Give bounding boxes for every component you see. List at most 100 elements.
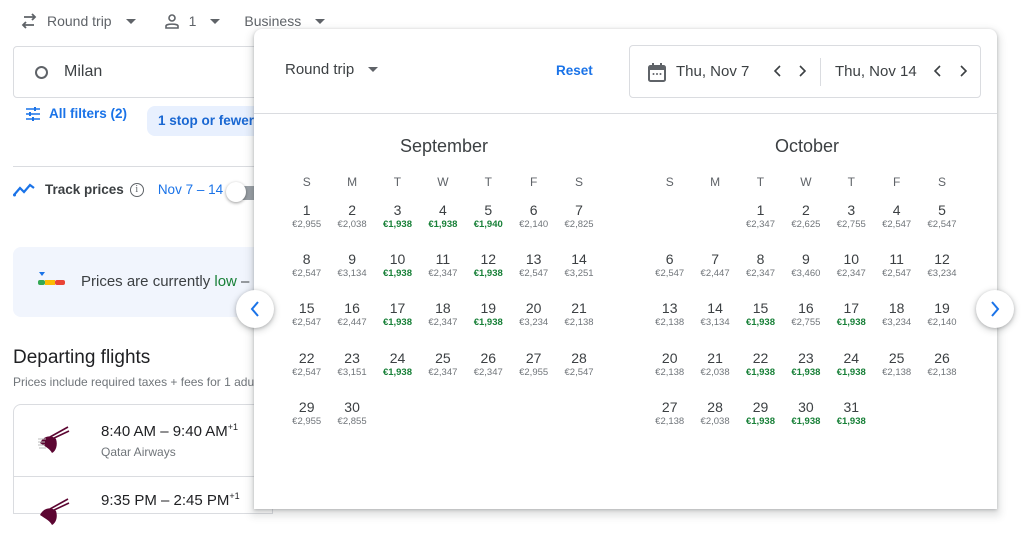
return-prev-day-button[interactable]: [926, 60, 948, 82]
calendar-day[interactable]: 20 €2,138: [647, 350, 692, 399]
calendar-day[interactable]: 22 €2,547: [284, 350, 329, 399]
day-price-low: €1,938: [382, 219, 412, 230]
calendar-day[interactable]: 12 €3,234: [919, 251, 964, 300]
calendar-day[interactable]: 30 €1,938: [783, 399, 828, 448]
calendar-day[interactable]: 26 €2,138: [919, 350, 964, 399]
calendar-day[interactable]: 13 €2,547: [511, 251, 556, 300]
calendar-day[interactable]: 18 €3,234: [874, 300, 919, 349]
picker-trip-type-select[interactable]: Round trip: [285, 61, 379, 78]
trip-type-select[interactable]: Round trip: [20, 13, 136, 29]
calendar-day[interactable]: 25 €2,347: [420, 350, 465, 399]
calendar-day[interactable]: 8 €2,347: [738, 251, 783, 300]
calendar-day[interactable]: 27 €2,955: [511, 350, 556, 399]
calendar-day[interactable]: 9 €3,460: [783, 251, 828, 300]
calendar-day[interactable]: 14 €3,251: [556, 251, 601, 300]
calendar-day[interactable]: 28 €2,547: [556, 350, 601, 399]
cabin-class-label: Business: [244, 13, 302, 29]
day-price: €2,138: [564, 317, 594, 329]
calendar-day[interactable]: 23 €1,938: [783, 350, 828, 399]
day-price: €2,140: [519, 219, 549, 230]
calendar-day[interactable]: 25 €2,138: [874, 350, 919, 399]
calendar-day[interactable]: 27 €2,138: [647, 399, 692, 448]
calendar-day[interactable]: 19 €1,938: [466, 300, 511, 349]
next-month-button[interactable]: [976, 290, 1014, 328]
departure-next-day-button[interactable]: [792, 60, 814, 82]
calendar-day[interactable]: 17 €1,938: [375, 300, 420, 349]
day-number: 14: [707, 300, 723, 317]
flight-row[interactable]: 9:35 PM – 2:45 PM+1: [14, 477, 272, 547]
calendar-day[interactable]: 9 €3,134: [329, 251, 374, 300]
day-price: €2,347: [428, 268, 458, 280]
calendar-day[interactable]: 22 €1,938: [738, 350, 783, 399]
info-icon[interactable]: i: [129, 182, 144, 197]
tune-icon: [26, 106, 40, 121]
calendar-day[interactable]: 1 €2,955: [284, 202, 329, 251]
calendar-day[interactable]: 5 €2,547: [919, 202, 964, 251]
departure-date-input[interactable]: Thu, Nov 7: [676, 63, 749, 80]
calendar-day[interactable]: 6 €2,140: [511, 202, 556, 251]
day-number: 8: [756, 251, 765, 268]
day-price: €2,547: [927, 219, 957, 230]
calendar-day[interactable]: 18 €2,347: [420, 300, 465, 349]
caret-down-icon: [125, 18, 136, 24]
calendar-day[interactable]: 23 €3,151: [329, 350, 374, 399]
calendar-day[interactable]: 3 €1,938: [375, 202, 420, 251]
toggle-knob: [226, 182, 246, 202]
return-date-input[interactable]: Thu, Nov 14: [835, 63, 917, 80]
calendar-day[interactable]: 29 €2,955: [284, 399, 329, 448]
day-price: €2,347: [473, 366, 503, 378]
reset-button[interactable]: Reset: [556, 63, 593, 78]
calendar-day[interactable]: 31 €1,938: [829, 399, 874, 448]
calendar-day[interactable]: 21 €2,138: [556, 300, 601, 349]
calendar-day[interactable]: 7 €2,825: [556, 202, 601, 251]
flight-row[interactable]: 8:40 AM – 9:40 AM+1 Qatar Airways: [14, 405, 272, 477]
calendar-day[interactable]: 15 €1,938: [738, 300, 783, 349]
calendar-day[interactable]: 15 €2,547: [284, 300, 329, 349]
calendar-day[interactable]: 3 €2,755: [829, 202, 874, 251]
previous-month-button[interactable]: [236, 290, 274, 328]
calendar-day[interactable]: 14 €3,134: [692, 300, 737, 349]
day-number: 9: [348, 251, 356, 268]
day-price: €2,038: [700, 366, 730, 378]
calendar-day[interactable]: 21 €2,038: [692, 350, 737, 399]
calendar-day[interactable]: 16 €2,755: [783, 300, 828, 349]
calendar-day[interactable]: 4 €2,547: [874, 202, 919, 251]
calendar-day[interactable]: 2 €2,038: [329, 202, 374, 251]
calendar-day[interactable]: 4 €1,938: [420, 202, 465, 251]
calendar-day[interactable]: 6 €2,547: [647, 251, 692, 300]
passengers-select[interactable]: 1: [164, 13, 221, 29]
all-filters-button[interactable]: All filters (2): [25, 106, 127, 121]
day-number: 8: [302, 251, 311, 268]
calendar-day[interactable]: 11 €2,547: [874, 251, 919, 300]
day-price-low: €1,938: [836, 317, 866, 329]
weekday-label: S: [575, 175, 584, 189]
calendar-day[interactable]: 17 €1,938: [829, 300, 874, 349]
day-price: €3,134: [700, 317, 730, 329]
day-price: €2,347: [745, 268, 775, 280]
calendar-day[interactable]: 24 €1,938: [375, 350, 420, 399]
calendar-day[interactable]: 30 €2,855: [329, 399, 374, 448]
calendar-day[interactable]: 1 €2,347: [738, 202, 783, 251]
day-grid: 1 €2,347 2 €2,625 3 €2,755 4 €2,547 5 €2,547 6 €2,5…: [647, 202, 967, 448]
departure-prev-day-button[interactable]: [766, 60, 788, 82]
calendar-day[interactable]: 16 €2,447: [329, 300, 374, 349]
calendar-day[interactable]: 10 €2,347: [829, 251, 874, 300]
calendar-day[interactable]: 19 €2,140: [919, 300, 964, 349]
weekday-label: F: [529, 175, 538, 189]
calendar-day[interactable]: 2 €2,625: [783, 202, 828, 251]
calendar-day[interactable]: 29 €1,938: [738, 399, 783, 448]
calendar-day[interactable]: 28 €2,038: [692, 399, 737, 448]
calendar-day[interactable]: 12 €1,938: [466, 251, 511, 300]
day-number: 27: [525, 349, 542, 366]
calendar-day[interactable]: 26 €2,347: [466, 350, 511, 399]
calendar-day[interactable]: 24 €1,938: [829, 350, 874, 399]
calendar-day[interactable]: 5 €1,940: [466, 202, 511, 251]
calendar-day[interactable]: 7 €2,447: [692, 251, 737, 300]
calendar-day[interactable]: 20 €3,234: [511, 300, 556, 349]
return-next-day-button[interactable]: [953, 60, 975, 82]
cabin-class-select[interactable]: Business: [244, 13, 326, 29]
calendar-day[interactable]: 10 €1,938: [375, 251, 420, 300]
calendar-day[interactable]: 13 €2,138: [647, 300, 692, 349]
calendar-day[interactable]: 11 €2,347: [420, 251, 465, 300]
calendar-day[interactable]: 8 €2,547: [284, 251, 329, 300]
